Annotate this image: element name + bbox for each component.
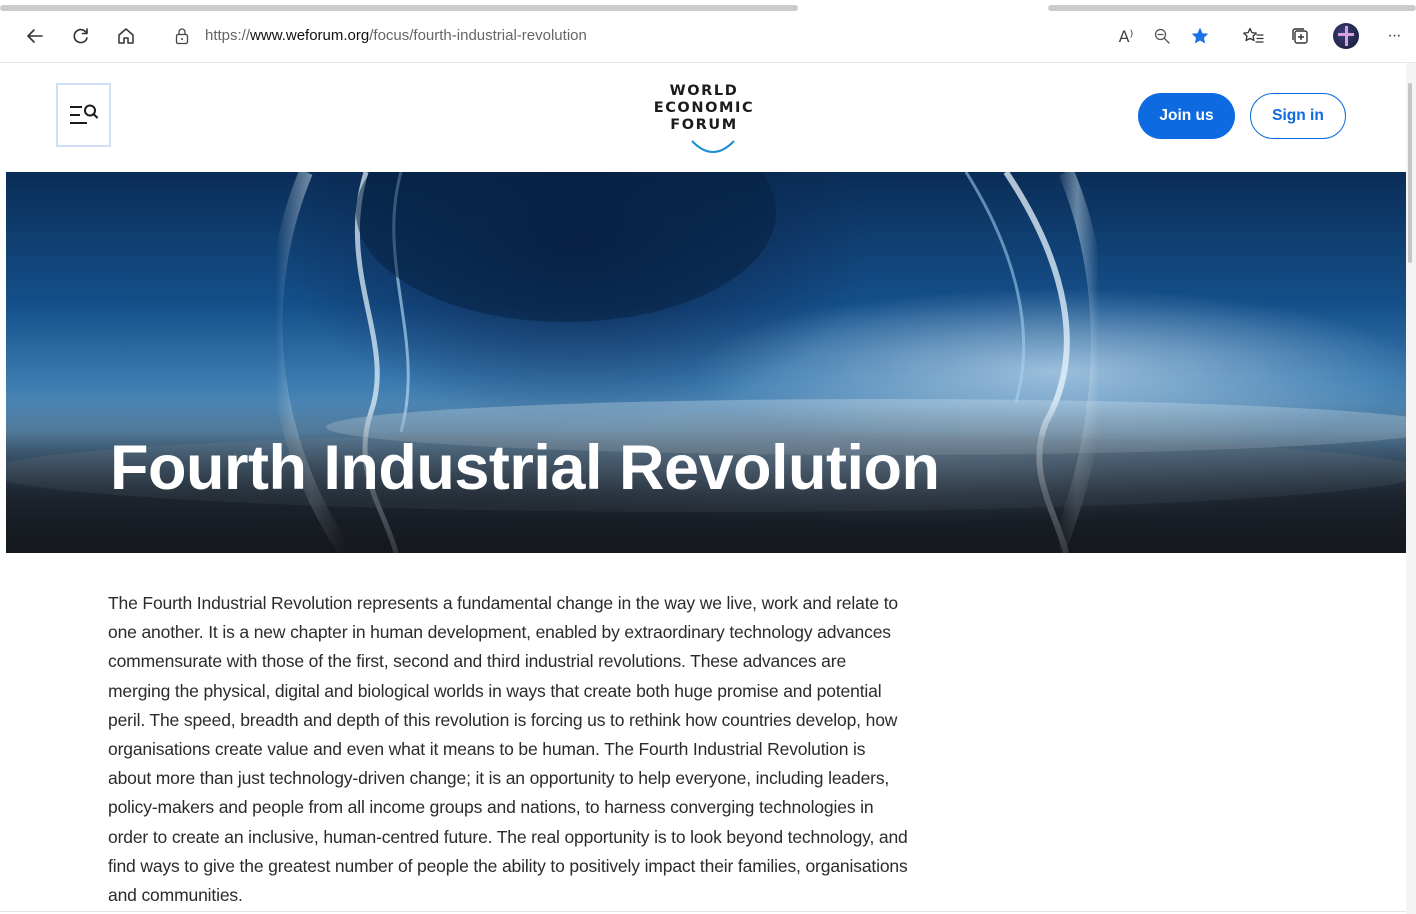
home-icon xyxy=(118,28,134,44)
inactive-tab[interactable] xyxy=(0,5,798,11)
logo-line: FORUM xyxy=(670,117,738,133)
url-host: www.weforum.org xyxy=(250,27,370,44)
refresh-icon xyxy=(73,28,88,44)
refresh-button[interactable] xyxy=(66,21,96,51)
site-header: WORLD ECONOMIC FORUM Join us Sign in xyxy=(0,63,1406,172)
logo-arc-icon xyxy=(691,140,735,153)
profile-button[interactable] xyxy=(1331,21,1361,51)
favorites-button[interactable] xyxy=(1238,21,1268,51)
url-text[interactable]: https://www.weforum.org/focus/fourth-ind… xyxy=(205,27,587,44)
read-aloud-button[interactable]: A⁾ xyxy=(1113,23,1139,49)
more-icon: ··· xyxy=(1387,27,1402,44)
zoom-out-icon xyxy=(1154,28,1170,44)
lock-icon[interactable] xyxy=(174,27,190,45)
zoom-button[interactable] xyxy=(1149,23,1175,49)
home-button[interactable] xyxy=(111,21,141,51)
wef-logo[interactable]: WORLD ECONOMIC FORUM xyxy=(652,83,756,155)
hero-banner: Fourth Industrial Revolution xyxy=(6,172,1406,553)
more-button[interactable]: ··· xyxy=(1379,21,1409,51)
address-bar[interactable]: https://www.weforum.org/focus/fourth-ind… xyxy=(157,19,1227,53)
scrollbar-thumb[interactable] xyxy=(1408,83,1412,263)
collections-button[interactable] xyxy=(1285,21,1315,51)
browser-toolbar: https://www.weforum.org/focus/fourth-ind… xyxy=(0,12,1416,63)
tab-strip xyxy=(0,0,1416,12)
back-button[interactable] xyxy=(20,21,50,51)
logo-line: ECONOMIC xyxy=(653,100,755,116)
url-path: /focus/fourth-industrial-revolution xyxy=(369,27,587,44)
sign-in-button[interactable]: Sign in xyxy=(1250,93,1346,139)
page-title: Fourth Industrial Revolution xyxy=(110,433,940,503)
collections-icon xyxy=(1292,28,1308,44)
logo-line: WORLD xyxy=(669,83,739,99)
read-aloud-icon: A⁾ xyxy=(1118,26,1134,46)
menu-search-button[interactable] xyxy=(56,83,111,147)
url-prefix: https:// xyxy=(205,27,251,44)
page-scrollbar[interactable] xyxy=(1406,63,1416,914)
profile-avatar xyxy=(1333,23,1359,49)
intro-paragraph: The Fourth Industrial Revolution represe… xyxy=(108,593,908,906)
join-us-button[interactable]: Join us xyxy=(1138,93,1235,139)
back-arrow-icon xyxy=(27,29,43,43)
favorites-icon xyxy=(1243,27,1264,43)
inactive-tab[interactable] xyxy=(1048,5,1416,11)
divider xyxy=(0,911,1406,912)
menu-search-icon xyxy=(69,104,98,124)
star-filled-icon xyxy=(1191,27,1209,44)
favorite-button[interactable] xyxy=(1187,23,1213,49)
